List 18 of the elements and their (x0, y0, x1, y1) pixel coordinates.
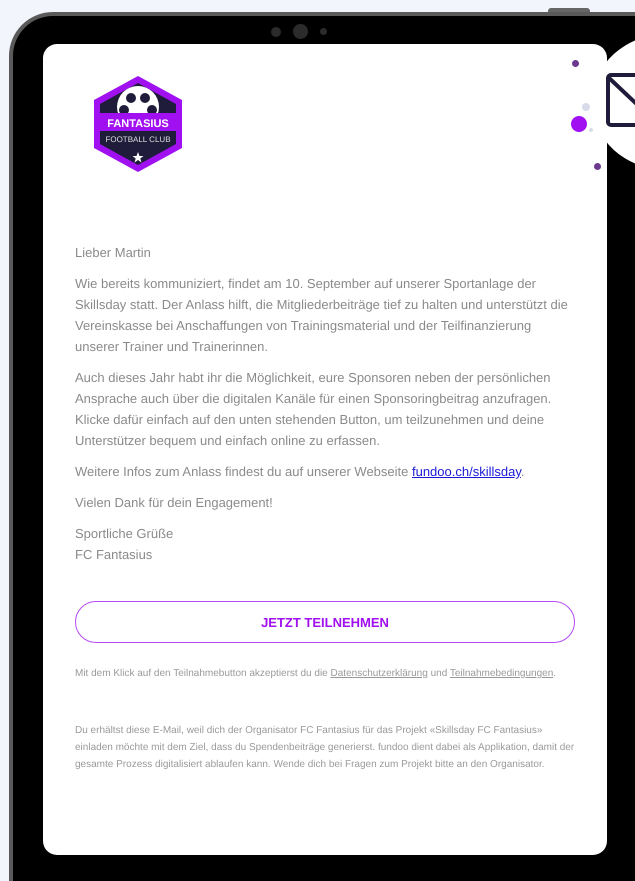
decor-dot (589, 128, 593, 132)
link[interactable]: Datenschutzerklärung (330, 668, 428, 679)
body-text: Vielen Dank für dein Engagement! (75, 494, 274, 512)
link[interactable]: fundoo.ch/skillsday (412, 464, 521, 479)
camera-icon (293, 24, 308, 39)
signature-text: Sportliche Grüße (75, 525, 174, 543)
consent-text: Mit dem Klick auf den Teilnahmebutton akzeptierst du die Datenschutzerklärung und Teilnahmebedingungen. (75, 667, 558, 681)
body-text: Weitere Infos zum Anlass findest du auf unserer Webseite fundoo.ch/skillsday. (75, 463, 526, 481)
sensor-icon (320, 28, 327, 35)
footer-text: Du erhältst diese E-Mail, weil dich der Organisator FC Fantasius für das Projekt «Skillsday FC Fantasius» einladen möchte mit dem Ziel, dass du Spendenbeiträge generierst. fundoo dient dabei als Applikation, damit der gesamte Prozess digitalisiert ablaufen kann. Wende dich bei Fragen zum Projekt bitte an den Organisator. (75, 724, 575, 772)
body-text: Lieber Martin (75, 244, 152, 262)
body-text: Auch dieses Jahr habt ihr die Möglichkeit, eure Sponsoren neben der persönlichen Ansprache auch über die digitalen Kanäle für einen Sponsoringbeitrag anzufragen. Klicke dafür einfach auf den unten stehenden Button, um teilzunehmen und deine Unterstützer bequem und einfach online zu erfassen. (75, 369, 552, 450)
signature-text: FC Fantasius (75, 546, 154, 564)
sensor-icon (271, 26, 281, 36)
envelope-icon (605, 72, 635, 128)
link[interactable]: Teilnahmebedingungen (450, 668, 554, 679)
join-button[interactable]: JETZT TEILNEHMEN (75, 601, 575, 643)
body-text: Wie bereits kommuniziert, findet am 10. September auf unserer Sportanlage der Skillsday statt. Der Anlass hilft, die Mitgliederbeiträge tief zu halten und unterstützt die Vereinskasse bei Anschaffungen von Trainingsmaterial und der Teilfinanzierung unserer Trainer und Trainerinnen. (75, 275, 569, 356)
